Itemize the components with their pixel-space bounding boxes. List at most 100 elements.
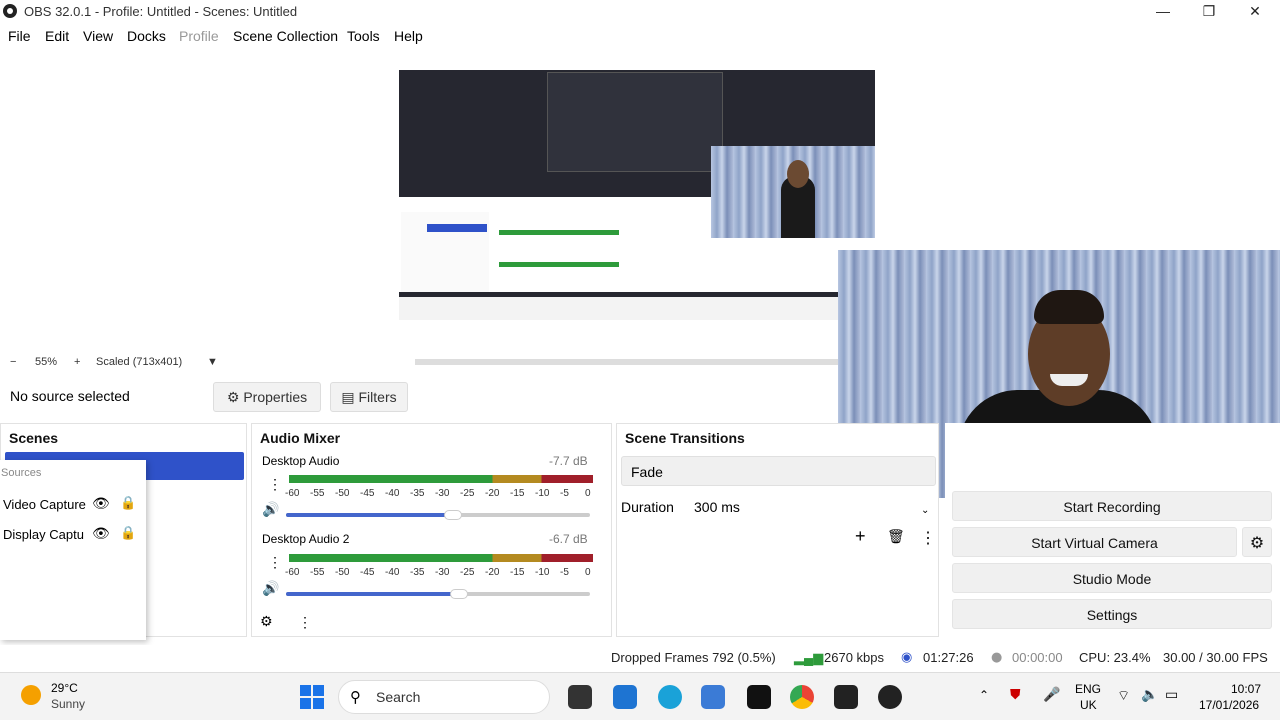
scenes-title: Scenes [9,430,59,446]
battery-icon[interactable]: ▭ [1165,687,1178,703]
lock-icon[interactable]: 🔒 [120,496,136,511]
zoom-out-button[interactable]: − [10,356,16,368]
menu-scene-collection[interactable]: Scene Collection [233,28,338,44]
volume-slider[interactable] [286,589,590,599]
capcut-icon[interactable] [747,685,771,709]
volume-slider[interactable] [286,510,590,520]
filters-button[interactable]: ▤ Filters [330,382,408,412]
more-icon[interactable]: ⋮ [920,528,936,548]
volume-slider-fill [286,513,454,517]
title-bar: OBS 32.0.1 - Profile: Untitled - Scenes:… [0,0,1280,23]
chrome-icon[interactable] [790,685,814,709]
windows-start-icon[interactable] [300,685,324,709]
region-label[interactable]: UK [1080,698,1097,712]
more-icon[interactable]: ⋮ [268,476,282,493]
filters-label: Filters [358,389,397,405]
volume-slider-knob[interactable] [450,589,469,599]
edge-icon[interactable] [658,685,682,709]
menu-profile[interactable]: Profile [179,28,219,44]
speaker-icon[interactable]: 🔊 [262,581,279,597]
properties-button[interactable]: ⚙ Properties [213,382,321,412]
volume-icon[interactable]: 🔈 [1141,687,1158,703]
menu-edit[interactable]: Edit [45,28,69,44]
settings-button[interactable]: Settings [952,599,1272,629]
filter-icon: ▤ [341,390,355,406]
task-view-icon[interactable] [568,685,592,709]
gears-icon[interactable]: ⚙ [260,614,273,630]
lock-icon[interactable]: 🔒 [120,526,136,541]
add-transition-button[interactable]: + [855,526,866,547]
taskbar-search[interactable]: ⚲ Search [338,680,550,714]
source-label: Display Captu [3,527,84,542]
meter-ticks: -60 -55 -50 -45 -40 -35 -30 -25 -20 -15 -10 -5 0 [285,567,591,578]
microphone-icon[interactable]: 🎤 [1043,687,1060,703]
speaker-icon[interactable]: 🔊 [262,502,279,518]
studio-mode-button[interactable]: Studio Mode [952,563,1272,593]
epic-games-icon[interactable] [834,685,858,709]
transitions-title: Scene Transitions [625,430,745,446]
record-dot-icon: ● [991,650,1003,665]
zoom-level: 55% [35,356,58,368]
mixer-title: Audio Mixer [260,430,341,446]
start-virtual-camera-button[interactable]: Start Virtual Camera [952,527,1237,557]
menu-help[interactable]: Help [394,28,423,44]
language-label[interactable]: ENG [1075,682,1101,696]
fps: 30.00 / 30.00 FPS [1163,650,1268,665]
menu-tools[interactable]: Tools [347,28,380,44]
search-icon: ⚲ [350,688,361,706]
signal-icon: ▂▄▆ [794,650,824,665]
duration-input[interactable]: 300 ms ⌄ [683,492,936,522]
more-icon[interactable]: ⋮ [298,614,312,631]
channel-name: Desktop Audio [262,454,340,468]
more-icon[interactable]: ⋮ [268,554,282,571]
recording-time: 01:27:26 [923,650,974,665]
trash-icon[interactable]: 🗑 [887,529,905,545]
visibility-eye-icon[interactable]: 👁 [92,526,110,542]
visibility-eye-icon[interactable]: 👁 [92,496,110,512]
clock-time[interactable]: 10:07 [1231,682,1261,696]
controls-dock: Start Recording Start Virtual Camera ⚙ S… [945,423,1280,637]
menu-view[interactable]: View [83,28,113,44]
streaming-time: 00:00:00 [1012,650,1063,665]
virtual-camera-settings-gear-icon[interactable]: ⚙ [1242,527,1272,557]
source-item[interactable]: Video Capturе 👁 🔒 [0,493,146,517]
menu-bar: File Edit View Docks Profile Scene Colle… [0,23,1280,49]
obs-taskbar-icon[interactable] [878,685,902,709]
app-icon[interactable] [701,685,725,709]
window-title: OBS 32.0.1 - Profile: Untitled - Scenes:… [24,4,298,19]
zoom-in-button[interactable]: + [74,356,80,368]
zoom-bar: − 55% + Scaled (713x401) ▼ [0,353,838,372]
weather-sun-icon [21,685,41,705]
store-icon[interactable] [613,685,637,709]
obs-logo-icon [3,4,17,18]
chevron-down-icon[interactable]: ▼ [207,356,218,368]
volume-slider-knob[interactable] [444,510,463,520]
sources-title: Sources [1,467,42,479]
menu-file[interactable]: File [8,28,31,44]
antivirus-icon[interactable]: ⛊ [1010,687,1021,703]
cpu-usage: CPU: 23.4% [1079,650,1151,665]
clock-date[interactable]: 17/01/2026 [1199,698,1259,712]
weather-desc: Sunny [51,697,86,711]
minimize-button[interactable]: — [1140,0,1186,23]
close-button[interactable]: ✕ [1232,0,1278,23]
source-item[interactable]: Display Captu 👁 🔒 [0,523,146,547]
gear-icon: ⚙ [226,390,240,406]
volume-meter [289,554,593,562]
transition-select[interactable]: Fade [621,456,936,486]
search-label: Search [376,689,421,705]
maximize-button[interactable]: ❐ [1186,0,1232,23]
wifi-icon[interactable]: ⌔ [1117,687,1130,705]
transition-selected: Fade [631,464,663,480]
horizontal-scrollbar[interactable] [415,359,838,365]
source-label: Video Capturе [3,497,86,512]
no-source-label: No source selected [10,388,130,404]
duration-value: 300 ms [694,499,740,515]
chevron-down-icon[interactable]: ⌄ [921,505,929,516]
channel-db: -6.7 dB [549,532,588,546]
menu-docks[interactable]: Docks [127,28,166,44]
broadcast-icon: ◉ [901,650,913,665]
chevron-up-icon[interactable]: ⌃ [979,688,989,702]
status-bar: Dropped Frames 792 (0.5%) ▂▄▆ 2670 kbps … [0,645,1280,672]
start-recording-button[interactable]: Start Recording [952,491,1272,521]
